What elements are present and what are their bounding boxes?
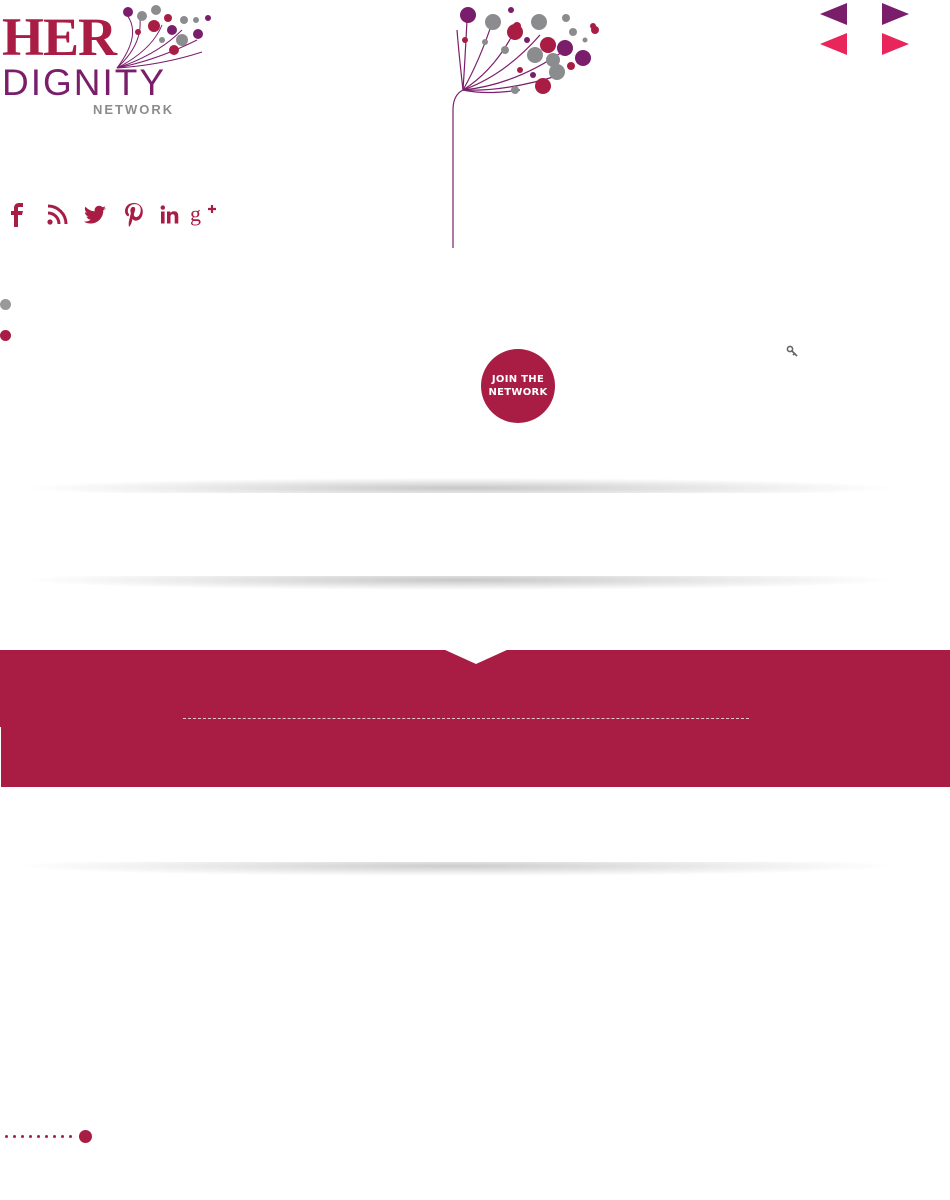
- linkedin-icon[interactable]: [155, 200, 185, 230]
- site-logo[interactable]: HER DIGNITY NETWORK: [0, 0, 230, 125]
- prev-arrow-pink[interactable]: [820, 33, 847, 55]
- join-button-line1: JOIN THE: [491, 374, 545, 385]
- facebook-icon[interactable]: [2, 200, 32, 230]
- dandelion-logo-mark: [116, 5, 211, 69]
- next-arrow-purple[interactable]: [882, 3, 909, 25]
- banner-left-edge: [0, 727, 1, 787]
- twitter-icon[interactable]: [80, 200, 110, 230]
- slide-indicator-active[interactable]: [0, 330, 11, 341]
- svg-text:g: g: [190, 201, 201, 226]
- google-plus-icon[interactable]: g: [189, 200, 219, 230]
- banner-notch: [443, 649, 509, 664]
- banner-dashed-rule: [183, 718, 749, 719]
- logo-her-text: HER: [2, 7, 117, 67]
- join-button-line2: NETWORK: [488, 387, 548, 398]
- prev-arrow-purple[interactable]: [820, 3, 847, 25]
- section-divider-cover: [0, 493, 950, 513]
- join-network-button[interactable]: JOIN THE NETWORK: [481, 349, 555, 423]
- footer-dotted-line: [5, 1130, 92, 1143]
- logo-network-text: NETWORK: [93, 102, 175, 117]
- dandelion-illustration: [452, 7, 599, 248]
- logo-dignity-text: DIGNITY: [2, 62, 167, 103]
- pinterest-icon[interactable]: [119, 200, 149, 230]
- search-icon[interactable]: [786, 344, 798, 357]
- section-divider-cover: [0, 554, 950, 576]
- section-divider-cover: [0, 842, 950, 862]
- slide-indicator-inactive[interactable]: [0, 299, 11, 310]
- rss-icon[interactable]: [42, 200, 72, 230]
- next-arrow-pink[interactable]: [882, 33, 909, 55]
